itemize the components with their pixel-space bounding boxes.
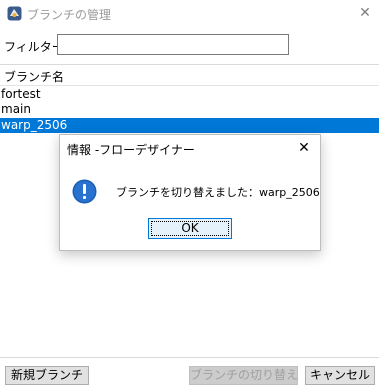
- close-icon[interactable]: ✕: [355, 3, 375, 23]
- app-logo-icon: [7, 6, 22, 21]
- bottom-divider: [0, 357, 379, 358]
- window-title: ブランチの管理: [27, 8, 112, 22]
- new-branch-button[interactable]: 新規ブランチ: [5, 366, 89, 385]
- ok-button[interactable]: OK: [148, 218, 232, 239]
- filter-input[interactable]: [57, 34, 289, 55]
- branch-row-warp-2506[interactable]: warp_2506: [0, 118, 379, 133]
- cancel-button[interactable]: キャンセル: [305, 366, 375, 385]
- ok-label: OK: [181, 221, 199, 235]
- dialog-title: 情報 -フローデザイナー: [67, 143, 195, 157]
- branch-row-main[interactable]: main: [0, 102, 379, 117]
- info-icon: [72, 179, 97, 204]
- switch-branch-button[interactable]: ブランチの切り替え: [189, 366, 298, 385]
- column-header-branch-name: ブランチ名: [4, 70, 65, 84]
- dialog-close-icon[interactable]: ✕: [295, 139, 313, 157]
- list-header[interactable]: ブランチ名: [0, 65, 379, 86]
- dialog-message: ブランチを切り替えました：warp_2506: [116, 186, 320, 199]
- dialog-body: ブランチを切り替えました：warp_2506 OK: [60, 165, 320, 250]
- info-dialog: 情報 -フローデザイナー ✕ ブランチを切り替えました：warp_2506 OK: [59, 134, 321, 251]
- branch-manager-window: ブランチの管理 ✕ フィルター: ブランチ名 fortest main warp…: [0, 0, 379, 388]
- title-bar: ブランチの管理 ✕: [0, 0, 379, 28]
- branch-row-fortest[interactable]: fortest: [0, 87, 379, 102]
